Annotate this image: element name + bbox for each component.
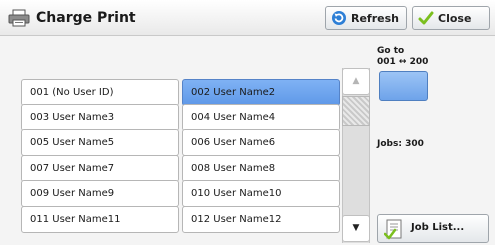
user-item[interactable]: 002 User Name2 bbox=[182, 79, 340, 106]
job-list-button[interactable]: Job List... bbox=[377, 214, 489, 243]
scroll-down-button[interactable]: ▼ bbox=[342, 215, 370, 242]
jobs-count: Jobs: 300 bbox=[377, 139, 424, 149]
refresh-label: Refresh bbox=[351, 11, 399, 25]
user-item[interactable]: 010 User Name10 bbox=[182, 180, 340, 207]
user-item[interactable]: 005 User Name5 bbox=[21, 129, 179, 156]
user-item[interactable]: 003 User Name3 bbox=[21, 104, 179, 131]
checkmark-icon bbox=[418, 11, 434, 25]
scrollbar-thumb[interactable] bbox=[342, 96, 370, 126]
user-item[interactable]: 006 User Name6 bbox=[182, 129, 340, 156]
close-label: Close bbox=[438, 11, 472, 25]
close-button[interactable]: Close bbox=[412, 6, 490, 30]
refresh-icon bbox=[332, 11, 346, 25]
job-list-label: Job List... bbox=[411, 222, 465, 233]
user-item[interactable]: 008 User Name8 bbox=[182, 155, 340, 182]
user-item[interactable]: 007 User Name7 bbox=[21, 155, 179, 182]
page-title: Charge Print bbox=[36, 10, 136, 26]
user-item[interactable]: 011 User Name11 bbox=[21, 206, 179, 233]
user-item[interactable]: 001 (No User ID) bbox=[21, 79, 179, 106]
job-list-icon bbox=[384, 219, 402, 240]
printer-icon bbox=[8, 9, 30, 27]
refresh-button[interactable]: Refresh bbox=[325, 6, 407, 30]
user-item[interactable]: 009 User Name9 bbox=[21, 180, 179, 207]
user-item[interactable]: 004 User Name4 bbox=[182, 104, 340, 131]
scroll-up-button[interactable]: ▲ bbox=[342, 68, 370, 95]
user-item[interactable]: 012 User Name12 bbox=[182, 206, 340, 233]
goto-button[interactable] bbox=[379, 71, 428, 101]
goto-label: Go to bbox=[377, 46, 405, 56]
goto-range: 001 ↔ 200 bbox=[377, 57, 429, 67]
